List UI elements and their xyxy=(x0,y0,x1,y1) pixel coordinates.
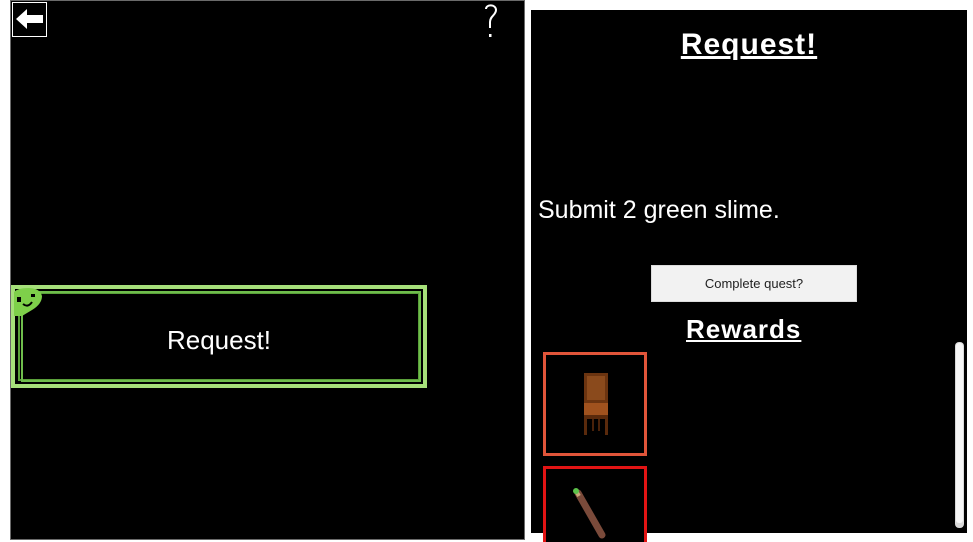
quest-description: Submit 2 green slime. xyxy=(538,196,780,224)
rewards-title: Rewards xyxy=(686,314,802,344)
rewards-scrollbar-thumb[interactable] xyxy=(956,343,963,523)
paintbrush-icon xyxy=(573,488,606,539)
green-slime-icon xyxy=(14,288,42,316)
request-card[interactable]: Request! xyxy=(11,285,427,388)
complete-quest-button[interactable]: Complete quest? xyxy=(651,265,857,302)
rewards-scrollbar[interactable] xyxy=(955,342,964,528)
reward-item-slot[interactable] xyxy=(543,466,647,542)
help-button[interactable] xyxy=(480,1,502,41)
quest-board-panel: Request! xyxy=(10,0,525,540)
arrow-left-icon xyxy=(16,9,43,29)
request-card-label: Request! xyxy=(166,325,272,355)
question-mark-icon xyxy=(485,4,498,37)
wooden-chair-icon xyxy=(584,373,608,435)
quest-detail-panel: Request! Submit 2 green slime. Complete … xyxy=(526,5,972,542)
quest-title: Request! xyxy=(680,28,818,61)
back-button[interactable] xyxy=(12,2,47,37)
game-screen: Request! Request! Submit 2 green slime. … xyxy=(0,0,973,542)
reward-item-slot[interactable] xyxy=(543,352,647,456)
